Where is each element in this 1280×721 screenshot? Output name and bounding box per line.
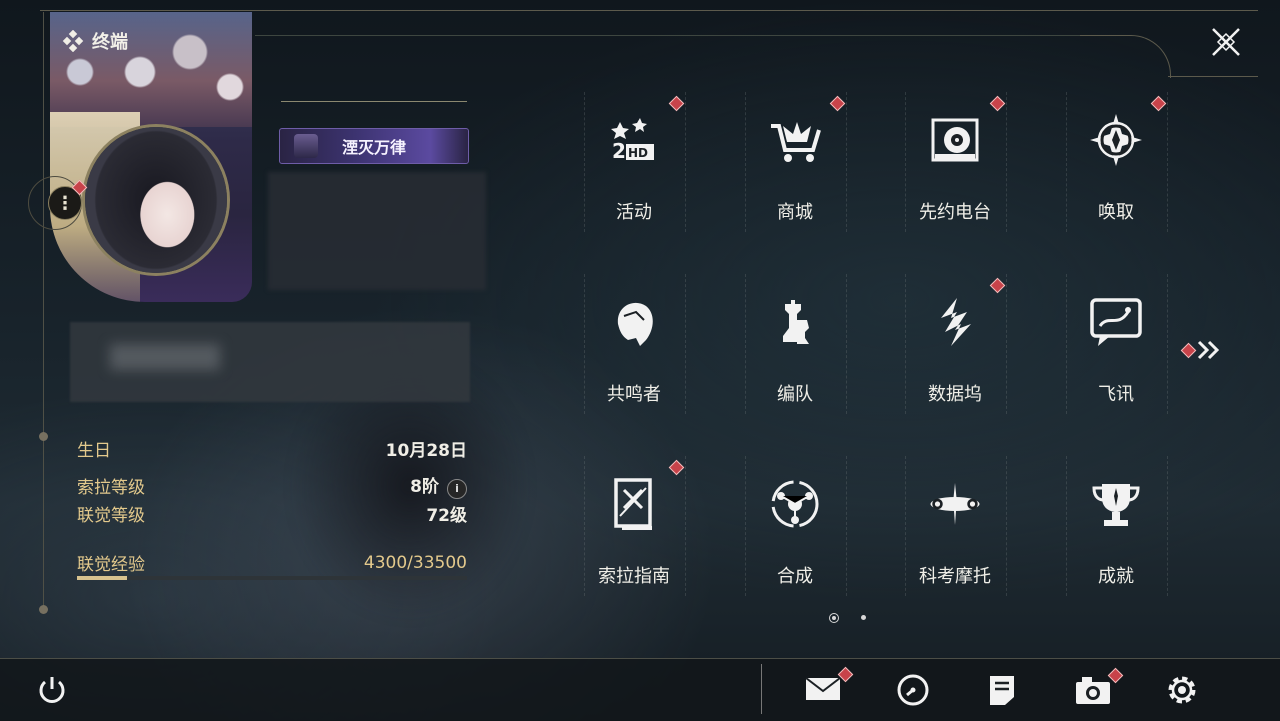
menu-item-label: 共鸣者 [607,384,661,405]
menu-item[interactable]: 商城 [745,102,845,282]
menu-item[interactable]: 索拉指南 [584,466,684,646]
compass-star-icon [1088,112,1144,168]
shop-cart-icon [767,112,823,168]
close-icon [1212,28,1240,56]
info-row-birthday: 生日 10月28日 [77,436,467,461]
notes-icon [990,676,1014,705]
frame-line [255,35,1085,36]
synthesis-icon [767,476,823,532]
menu-item[interactable]: 唤取 [1066,102,1166,282]
info-value: 10月28日 [385,441,467,461]
avatar-portrait [85,127,227,273]
more-dots-icon: ⋮ [56,192,74,214]
menu-item[interactable]: 共鸣者 [584,284,684,464]
next-page-button[interactable] [1195,338,1225,362]
rail-dot [39,432,48,441]
close-button[interactable] [1206,22,1246,62]
data-dock-icon [927,294,983,350]
avatar[interactable] [82,124,230,276]
frame-line [1168,76,1258,77]
info-row-union-level: 联觉等级 72级 [77,501,467,526]
settings-gear-icon [1168,676,1196,704]
camera-icon [1076,677,1110,704]
badge-avatar [294,134,318,158]
rail-dot [39,605,48,614]
page-indicator-active[interactable] [829,613,839,623]
svg-text:2: 2 [612,139,626,163]
menu-item-label: 飞讯 [1098,384,1134,405]
experience-bar-fill [77,576,128,580]
radio-icon [927,112,983,168]
menu-item-label: 成就 [1098,566,1134,587]
menu-item[interactable]: 成就 [1066,466,1166,646]
info-key: 联觉经验 [77,555,145,575]
terminal-header: 终端 [62,28,128,54]
info-value: 4300/33500 [363,552,467,573]
double-chevron-right-icon [1197,340,1220,360]
menu-item-label: 科考摩托 [919,566,991,587]
page-indicator[interactable] [861,615,866,620]
svg-text:HD: HD [628,146,648,160]
menu-item[interactable]: 飞讯 [1066,284,1166,464]
resonator-head-icon [606,294,662,350]
activity-icon: 2 HD [606,112,662,168]
time-button[interactable] [891,668,935,712]
title-badge[interactable]: 湮灭万律 [279,128,469,164]
menu-item-label: 合成 [777,566,813,587]
bottom-separator [761,664,762,714]
diamond-cluster-icon [62,30,84,52]
page-title: 终端 [92,32,128,53]
blurred-signature [268,172,486,290]
menu-item-label: 商城 [777,202,813,223]
menu-item-label: 索拉指南 [598,566,670,587]
notes-button[interactable] [980,668,1024,712]
menu-item[interactable]: 先约电台 [905,102,1005,282]
power-icon [39,677,65,703]
menu-item[interactable]: 数据坞 [905,284,1005,464]
info-key: 联觉等级 [77,506,145,526]
settings-button[interactable] [1160,668,1204,712]
info-icon[interactable]: i [447,478,467,499]
menu-item-label: 数据坞 [928,384,982,405]
left-rail [43,12,44,612]
info-key: 生日 [77,441,111,461]
info-value-text: 8阶 [410,477,439,497]
menu-item[interactable]: 科考摩托 [905,466,1005,646]
experience-bar [77,576,467,580]
menu-item-label: 活动 [616,202,652,223]
info-value: 8阶 i [410,472,467,499]
chess-team-icon [767,294,823,350]
frame-curve [1080,35,1171,78]
power-button[interactable] [30,668,74,712]
menu-item-label: 编队 [777,384,813,405]
trophy-icon [1088,476,1144,532]
message-icon [1088,294,1144,350]
notification-badge [1180,342,1197,359]
menu-item-label: 唤取 [1098,202,1134,223]
info-value: 72级 [426,506,467,526]
mail-icon [805,677,841,700]
title-badge-label: 湮灭万律 [341,138,406,157]
info-row-union-exp: 联觉经验 4300/33500 [77,550,467,576]
guidebook-icon [606,476,662,532]
menu-item-label: 先约电台 [919,202,991,223]
menu-item[interactable]: 2 HD 活动 [584,102,684,282]
blurred-nickname [70,322,470,402]
motorbike-icon [927,476,983,532]
info-row-sol-rank: 索拉等级 8阶 i [77,472,467,499]
divider [281,101,467,102]
menu-item[interactable]: 编队 [745,284,845,464]
frame-line [40,10,1258,11]
info-key: 索拉等级 [77,477,145,498]
clock-icon [897,674,929,706]
